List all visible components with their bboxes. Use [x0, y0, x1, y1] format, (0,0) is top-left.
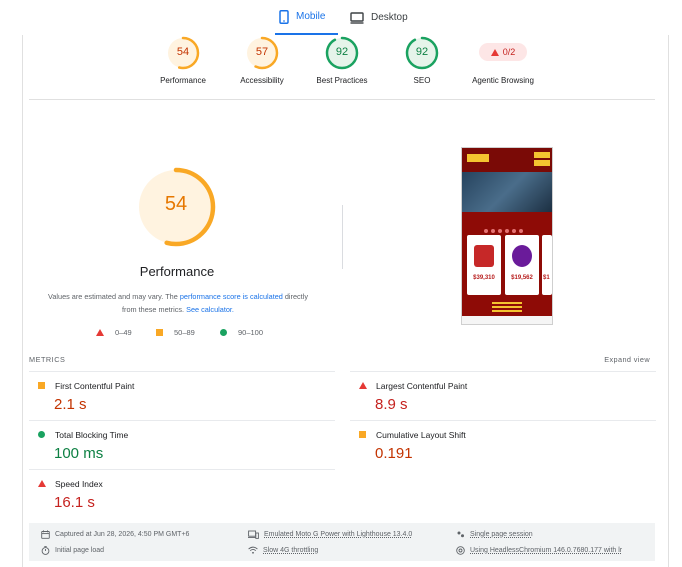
metric-name: Cumulative Layout Shift [376, 430, 466, 440]
metrics-title: METRICS [29, 355, 66, 364]
gauge-label: SEO [413, 76, 431, 85]
people-icon [457, 531, 464, 538]
site-game-card: $1 [542, 235, 552, 295]
metric-speed-index: Speed Index 16.1 s [29, 469, 335, 518]
score-legend: 0–49 50–89 90–100 [93, 328, 313, 340]
timer-icon [41, 546, 50, 555]
game-image [512, 245, 532, 267]
site-bottom-bar [462, 316, 552, 324]
devices-icon [248, 530, 259, 539]
device-tabs: Mobile Desktop [0, 0, 682, 35]
performance-title: Performance [139, 264, 215, 279]
jackpot-amount: $19,562 [511, 275, 533, 281]
average-square-icon [38, 382, 45, 389]
final-screenshot-thumbnail[interactable]: $39,310 $19,562 $1 [461, 147, 553, 325]
metric-name: First Contentful Paint [55, 381, 135, 391]
gauge-label: Agentic Browsing [472, 76, 534, 85]
legend-poor: 0–49 [96, 328, 132, 337]
jackpot-amount: $39,310 [473, 275, 495, 281]
fail-triangle-icon [359, 382, 367, 389]
carousel-dots [484, 220, 534, 233]
initial-page-load: Initial page load [41, 546, 104, 555]
emulated-text: Emulated Moto G Power with Lighthouse 13… [264, 531, 413, 538]
average-square-icon [156, 329, 163, 336]
average-square-icon [359, 431, 366, 438]
metric-name: Total Blocking Time [55, 430, 129, 440]
pass-circle-icon [220, 329, 227, 336]
report-frame: 54 Performance 57 Accessibility 92 Best … [22, 35, 669, 567]
legend-label: 90–100 [238, 328, 264, 337]
chrome-icon [456, 546, 465, 555]
network-throttling[interactable]: Slow 4G throttling [248, 546, 318, 554]
site-game-card: $19,562 [505, 235, 539, 295]
gauge-value: 92 [415, 46, 429, 58]
throttling-text: Slow 4G throttling [263, 546, 319, 554]
gauge-value: 57 [255, 46, 269, 58]
metric-total-blocking-time: Total Blocking Time 100 ms [29, 420, 335, 469]
initial-text: Initial page load [55, 547, 105, 554]
game-image [474, 245, 494, 267]
expand-view-button[interactable]: Expand view [604, 355, 650, 364]
single-page-session[interactable]: Single page session [456, 530, 533, 539]
score-calculated-link[interactable]: performance score is calculated [180, 292, 283, 301]
performance-score: 54 [164, 193, 188, 215]
tab-mobile-label: Mobile [296, 11, 326, 22]
metric-value: 2.1 s [54, 396, 87, 413]
metric-largest-contentful-paint: Largest Contentful Paint 8.9 s [350, 371, 656, 420]
site-button [534, 152, 550, 158]
performance-note: Values are estimated and may vary. The p… [45, 290, 311, 316]
legend-label: 0–49 [115, 328, 132, 337]
gauge-label: Performance [160, 76, 206, 85]
wifi-icon [248, 546, 258, 554]
tab-desktop-label: Desktop [371, 12, 408, 23]
tab-mobile[interactable]: Mobile [275, 0, 338, 35]
gauge-value: 54 [176, 46, 190, 58]
emulated-device[interactable]: Emulated Moto G Power with Lighthouse 13… [248, 530, 412, 539]
metric-name: Speed Index [55, 479, 103, 489]
metric-name: Largest Contentful Paint [376, 381, 468, 391]
monitor-icon [350, 11, 364, 24]
tab-desktop[interactable]: Desktop [348, 0, 418, 35]
gauge-label: Accessibility [240, 76, 284, 85]
metric-value: 100 ms [54, 445, 104, 462]
captured-at: Captured at Jun 28, 2026, 4:50 PM GMT+6 [41, 530, 189, 539]
runtime-settings: Captured at Jun 28, 2026, 4:50 PM GMT+6 … [29, 523, 655, 561]
site-game-card: $39,310 [467, 235, 501, 295]
pass-circle-icon [38, 431, 45, 438]
metric-value: 8.9 s [375, 396, 408, 413]
metric-cumulative-layout-shift: Cumulative Layout Shift 0.191 [350, 420, 656, 469]
site-logo [467, 154, 489, 162]
site-feature-list [492, 302, 532, 316]
calendar-icon [41, 530, 50, 539]
metric-value: 0.191 [375, 445, 413, 462]
gauge-value: 92 [335, 46, 349, 58]
agentic-score: 0/2 [502, 47, 516, 57]
divider [29, 99, 655, 100]
session-text: Single page session [470, 531, 533, 538]
metric-first-contentful-paint: First Contentful Paint 2.1 s [29, 371, 335, 420]
see-calculator-link[interactable]: See calculator. [186, 305, 234, 314]
legend-good: 90–100 [220, 328, 263, 337]
browser-version[interactable]: Using HeadlessChromium 146.0.7680.177 wi… [456, 546, 655, 555]
fail-triangle-icon [490, 48, 499, 56]
note-text: Values are estimated and may vary. The [48, 292, 180, 301]
gauge-label: Best Practices [316, 76, 368, 85]
browser-text: Using HeadlessChromium 146.0.7680.177 wi… [470, 547, 623, 554]
captured-text: Captured at Jun 28, 2026, 4:50 PM GMT+6 [55, 531, 190, 538]
metric-value: 16.1 s [54, 494, 95, 511]
site-header [462, 148, 552, 172]
fail-triangle-icon [96, 329, 104, 336]
agentic-score-pill: 0/2 [479, 43, 527, 61]
jackpot-amount: $1 [543, 275, 550, 281]
legend-label: 50–89 [174, 328, 195, 337]
category-gauges: 54 Performance 57 Accessibility 92 Best … [23, 35, 670, 99]
smartphone-icon [279, 9, 289, 24]
legend-average: 50–89 [156, 328, 195, 337]
metrics-header: METRICS Expand view [29, 355, 655, 367]
fail-triangle-icon [38, 480, 46, 487]
vertical-divider [342, 205, 343, 269]
site-hero-banner [462, 172, 552, 212]
site-button [534, 160, 550, 166]
